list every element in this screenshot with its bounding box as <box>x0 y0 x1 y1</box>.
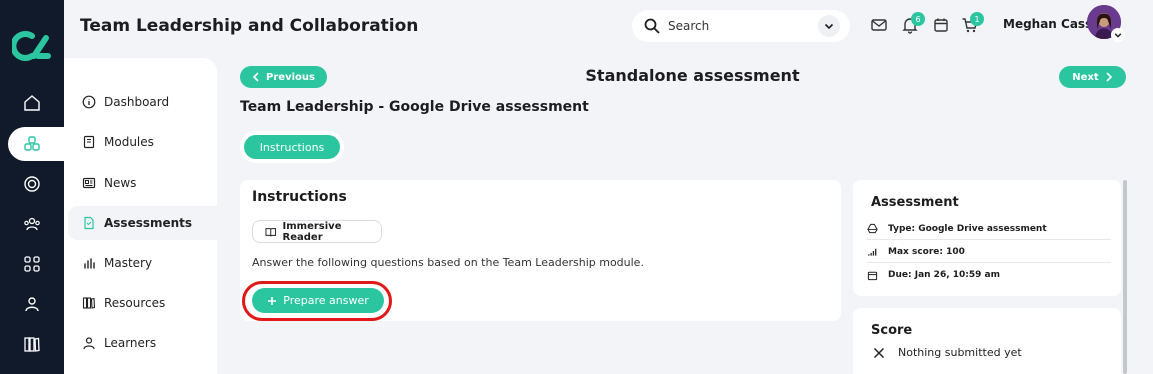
brand-logo-icon[interactable] <box>12 30 52 62</box>
assessment-info-card: Assessment Type: Google Drive assessment… <box>853 180 1121 296</box>
prepare-answer-label: Prepare answer <box>283 294 369 307</box>
library-icon <box>82 297 96 309</box>
scrollbar[interactable] <box>1123 180 1127 374</box>
immersive-reader-button[interactable]: Immersive Reader <box>252 220 382 243</box>
search-scope-dropdown[interactable] <box>818 15 840 37</box>
home-icon <box>24 95 40 111</box>
document-icon <box>84 216 94 230</box>
sidebar-item-news[interactable]: News <box>68 166 217 200</box>
rail-profile[interactable] <box>0 287 64 321</box>
people-icon <box>24 217 40 231</box>
sidebar-item-label: Dashboard <box>104 95 170 109</box>
mail-icon[interactable] <box>870 16 888 34</box>
sidebar-item-assessments[interactable]: Assessments <box>68 206 217 240</box>
icon-rail <box>0 0 66 374</box>
info-circle-icon <box>82 95 96 109</box>
assessment-type: Type: Google Drive assessment <box>888 223 1047 234</box>
user-menu-toggle[interactable] <box>1111 28 1125 42</box>
sidebar-item-mastery[interactable]: Mastery <box>68 246 217 280</box>
instructions-heading: Instructions <box>252 189 347 205</box>
rail-home[interactable] <box>0 86 64 120</box>
sidebar-item-label: Mastery <box>104 256 153 270</box>
sidebar-item-dashboard[interactable]: Dashboard <box>68 85 217 119</box>
close-icon <box>873 347 885 359</box>
sidebar-item-label: Resources <box>104 296 166 310</box>
search-bar[interactable]: Search <box>632 10 850 42</box>
chevron-down-icon <box>1114 33 1122 38</box>
assessment-subtitle: Team Leadership - Google Drive assessmen… <box>240 99 589 115</box>
notification-badge: 6 <box>911 12 925 26</box>
person-icon <box>83 337 95 350</box>
score-card: Score Nothing submitted yet <box>853 308 1121 374</box>
sidebar-item-modules[interactable]: Modules <box>68 125 217 159</box>
signal-bars-icon <box>868 248 877 256</box>
rail-library[interactable] <box>0 327 64 361</box>
sidebar-item-resources[interactable]: Resources <box>68 286 217 320</box>
immersive-reader-label: Immersive Reader <box>282 220 342 243</box>
rail-learning[interactable] <box>0 127 64 161</box>
search-icon <box>644 18 660 34</box>
books-icon <box>24 337 40 352</box>
search-input[interactable]: Search <box>668 19 818 33</box>
assessment-type-row: Type: Google Drive assessment <box>867 218 1111 240</box>
assessment-heading: Assessment <box>871 195 959 210</box>
next-label: Next <box>1072 71 1099 83</box>
sidebar-item-label: News <box>104 176 137 190</box>
cubes-icon <box>24 136 40 151</box>
user-name[interactable]: Meghan Cass <box>1003 17 1092 31</box>
due-date-row: Due: Jan 26, 10:59 am <box>867 264 1111 286</box>
google-drive-icon <box>867 223 878 234</box>
tab-bar: Instructions <box>240 131 344 163</box>
rail-community[interactable] <box>0 207 64 241</box>
chevron-down-icon <box>824 23 834 30</box>
sidebar-item-learners[interactable]: Learners <box>68 326 217 360</box>
rail-goals[interactable] <box>0 167 64 201</box>
calendar-icon <box>867 271 878 280</box>
plus-icon <box>268 296 277 305</box>
grid-icon <box>24 256 40 272</box>
chevron-right-icon <box>1106 72 1112 82</box>
tab-instructions[interactable]: Instructions <box>244 135 340 159</box>
course-title: Team Leadership and Collaboration <box>80 16 419 36</box>
max-score-row: Max score: 100 <box>867 241 1111 263</box>
score-status: Nothing submitted yet <box>898 346 1022 359</box>
rail-apps[interactable] <box>0 247 64 281</box>
instructions-text: Answer the following questions based on … <box>252 256 644 269</box>
due-date: Due: Jan 26, 10:59 am <box>888 270 1000 280</box>
page-title: Standalone assessment <box>585 66 800 85</box>
sidebar-item-label: Assessments <box>104 216 193 230</box>
sidebar-item-label: Modules <box>104 135 154 149</box>
max-score: Max score: 100 <box>888 246 965 257</box>
score-heading: Score <box>871 323 913 338</box>
book-icon <box>83 135 95 149</box>
newspaper-icon <box>82 177 96 189</box>
calendar-icon[interactable] <box>932 16 950 34</box>
course-sidebar: Dashboard Modules News Assessments Maste… <box>64 58 217 374</box>
user-icon <box>25 297 39 312</box>
sidebar-item-label: Learners <box>104 336 157 350</box>
reader-icon <box>265 227 277 236</box>
prepare-answer-button[interactable]: Prepare answer <box>252 288 384 313</box>
target-icon <box>24 176 40 192</box>
cart-badge: 1 <box>970 12 984 26</box>
bar-chart-icon <box>84 258 95 269</box>
next-button[interactable]: Next <box>1059 66 1126 88</box>
